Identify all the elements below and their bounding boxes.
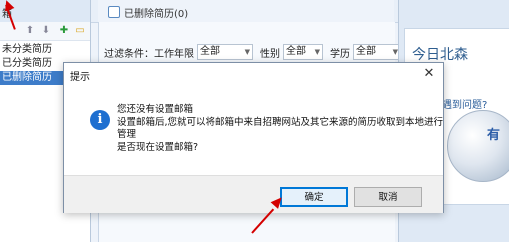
banner-title: 今日北森: [412, 47, 468, 63]
gender-value: 全部: [286, 46, 306, 57]
education-select[interactable]: 全部 ▼: [353, 44, 401, 60]
education-label: 学历: [330, 48, 350, 60]
chevron-down-icon: ▼: [244, 48, 250, 56]
arrow-down-icon[interactable]: ⬇: [40, 25, 52, 37]
education-value: 全部: [356, 46, 376, 57]
filter-row: 过滤条件：工作年限 全部 ▼ 性别 全部 ▼ 学历 全部 ▼: [104, 44, 401, 60]
gender-label: 性别: [260, 48, 280, 60]
globe-label: 有: [487, 128, 501, 143]
message-line-4: 是否现在设置邮箱?: [117, 142, 199, 153]
work-years-select[interactable]: 全部 ▼: [197, 44, 253, 60]
arrow-up-icon[interactable]: ⬆: [24, 25, 36, 37]
gender-select[interactable]: 全部 ▼: [283, 44, 323, 60]
folder-icon[interactable]: ▭: [74, 25, 86, 37]
dialog-title: 提示: [70, 72, 90, 83]
close-icon[interactable]: ✕: [421, 66, 437, 82]
prompt-dialog: 提示 ✕ i 您还没有设置邮箱 设置邮箱后,您就可以将邮箱中来自招聘网站及其它来…: [63, 62, 444, 213]
ok-button[interactable]: 确定: [280, 187, 348, 207]
dialog-titlebar: 提示 ✕: [64, 63, 443, 85]
work-years-value: 全部: [200, 46, 220, 57]
sidebar-header: 箱: [0, 0, 91, 22]
sidebar-item-uncategorized[interactable]: 未分类简历: [0, 43, 92, 57]
globe-image: [447, 110, 509, 182]
tab-deleted-resumes[interactable]: 已删除简历(0): [124, 5, 188, 20]
chevron-down-icon: ▼: [314, 48, 320, 56]
cancel-button[interactable]: 取消: [354, 187, 422, 207]
dialog-footer: 确定 取消: [64, 175, 443, 213]
filter-label: 过滤条件：工作年限: [104, 48, 194, 60]
document-icon: [108, 6, 120, 18]
add-icon[interactable]: ✚: [58, 25, 70, 37]
info-icon: i: [90, 110, 110, 130]
message-line-2: 设置邮箱后,您就可以将邮箱中来自招聘网站及其它来源的简历收取到本地进行: [117, 117, 444, 128]
message-line-1: 您还没有设置邮箱: [117, 104, 194, 115]
message-line-3: 管理: [117, 129, 137, 140]
